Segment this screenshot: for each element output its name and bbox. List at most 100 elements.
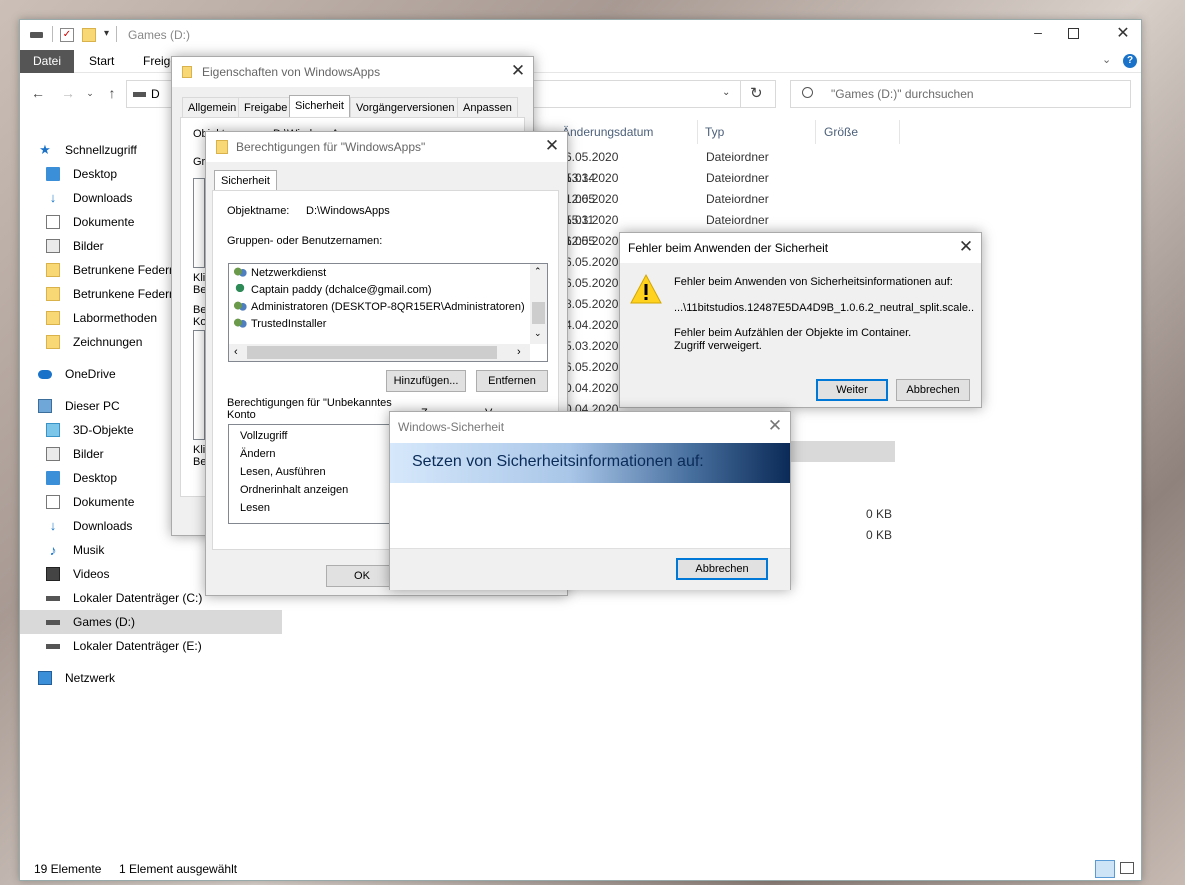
scroll-left-icon[interactable]: ‹ (234, 346, 238, 358)
windows-security-dialog: Windows-Sicherheit ✕ Setzen von Sicherhe… (389, 411, 791, 590)
minimize-button[interactable]: – (1023, 24, 1053, 44)
permission-item: Ordnerinhalt anzeigen (240, 484, 349, 496)
cancel-button[interactable]: Abbrechen (896, 379, 970, 401)
sidebar-item-games-d[interactable]: Games (D:) (20, 610, 282, 634)
cancel-button[interactable]: Abbrechen (676, 558, 768, 580)
file-date: 5.03.2020 (565, 339, 619, 353)
vertical-scrollbar[interactable]: ⌃ ⌄ (530, 264, 547, 344)
separator (116, 26, 117, 42)
file-date: 6.05.2020 (565, 276, 619, 290)
documents-icon (46, 215, 60, 229)
large-icons-view-icon[interactable] (1120, 862, 1134, 874)
tab-anpassen[interactable]: Anpassen (457, 97, 518, 117)
sidebar-item-label: 3D-Objekte (73, 423, 134, 437)
users-listbox[interactable]: Netzwerkdienst Captain paddy (dchalce@gma… (228, 263, 548, 362)
sidebar-item-label: Desktop (73, 471, 118, 485)
close-button[interactable]: ✕ (503, 57, 533, 87)
error-line-2: Fehler beim Aufzählen der Objekte im Con… (674, 327, 912, 352)
permissions-label-2: Konto (227, 409, 256, 421)
user-list-item[interactable]: Administratoren (DESKTOP-8QR15ER\Adminis… (229, 299, 529, 316)
file-date: 1.06.2020 15:11 (565, 192, 619, 227)
sidebar-item-label: Videos (73, 567, 110, 581)
objname-value: D:\WindowsApps (306, 205, 390, 217)
title-bar: ✓ ▾ Games (D:) – ✕ (20, 20, 1141, 50)
user-group-icon (233, 301, 247, 314)
objname-label: Objektname: (227, 205, 290, 217)
sidebar-item-label: Bilder (73, 239, 104, 253)
file-date: 6.05.2020 (565, 234, 619, 248)
error-line-1: Fehler beim Anwenden von Sicherheitsinfo… (674, 276, 953, 288)
close-button[interactable]: ✕ (951, 233, 981, 263)
back-arrow-icon[interactable]: ← (30, 85, 46, 101)
dialog-titlebar: Eigenschaften von WindowsApps ✕ (172, 57, 533, 87)
sidebar-item-label: Labormethoden (73, 311, 158, 325)
dialog-footer: Abbrechen (390, 548, 790, 590)
sidebar-item-label: Netzwerk (65, 671, 116, 685)
continue-button[interactable]: Weiter (816, 379, 888, 401)
sidebar-item-lokaler-datenträger-e[interactable]: Lokaler Datenträger (E:) (20, 634, 282, 658)
groups-label: Gruppen- oder Benutzernamen: (227, 235, 383, 247)
up-arrow-icon[interactable]: ↑ (104, 85, 120, 101)
scroll-down-icon[interactable]: ⌄ (534, 328, 542, 339)
tab-allgemein[interactable]: Allgemein (182, 97, 243, 117)
status-bar: 19 Elemente 1 Element ausgewählt (20, 858, 1141, 880)
drive-icon (46, 620, 60, 625)
column-header-size[interactable]: Größe (820, 120, 900, 144)
chevron-down-icon[interactable]: ⌄ (82, 85, 98, 101)
properties-icon[interactable]: ✓ (60, 28, 74, 42)
remove-button[interactable]: Entfernen (476, 370, 548, 392)
maximize-button[interactable] (1068, 28, 1079, 39)
tab-vorgaengerversionen[interactable]: Vorgängerversionen (350, 97, 461, 117)
sidebar-item-label: Lokaler Datenträger (E:) (73, 639, 202, 653)
sidebar-item-label: Games (D:) (73, 615, 136, 629)
dialog-title: Eigenschaften von WindowsApps (202, 65, 381, 79)
horizontal-scrollbar[interactable]: ‹ › (229, 344, 530, 361)
sidebar-item-label: Betrunkene Federn (73, 263, 176, 277)
sidebar-item-netzwerk[interactable]: Netzwerk (20, 666, 282, 690)
download-icon: ↓ (49, 190, 57, 205)
cloud-icon (38, 370, 52, 379)
chevron-down-icon[interactable]: ⌄ (1102, 53, 1111, 66)
help-icon[interactable]: ? (1123, 54, 1137, 68)
user-group-icon (233, 284, 247, 297)
file-date: 5.03.2020 12:05 (565, 213, 619, 248)
chevron-down-icon[interactable]: ⌄ (722, 87, 730, 98)
dialog-title: Fehler beim Anwenden der Sicherheit (628, 241, 829, 255)
tab-freigabe[interactable]: Freigabe (238, 97, 294, 117)
close-button[interactable]: ✕ (537, 132, 567, 162)
address-text: D (151, 87, 160, 101)
item-count: 19 Elemente (34, 862, 102, 876)
forward-arrow-icon[interactable]: → (60, 85, 76, 101)
user-name: Captain paddy (dchalce@gmail.com) (251, 284, 432, 296)
tab-start[interactable]: Start (76, 50, 127, 73)
customize-qat-icon[interactable]: ▾ (104, 28, 109, 39)
sidebar-item-label: Betrunkene Federn (73, 287, 176, 301)
column-header-date[interactable]: Änderungsdatum (558, 120, 698, 144)
scroll-thumb[interactable] (247, 346, 497, 359)
separator (52, 26, 53, 42)
user-list-item[interactable]: TrustedInstaller (229, 316, 529, 333)
close-button[interactable]: ✕ (1108, 23, 1138, 43)
tab-sicherheit[interactable]: Sicherheit (289, 95, 350, 117)
details-view-icon[interactable] (1095, 860, 1115, 878)
scroll-up-icon[interactable]: ⌃ (534, 266, 542, 277)
sidebar-item-label: Dokumente (73, 215, 135, 229)
users-listbox[interactable] (193, 178, 205, 268)
file-type: Dateiordner (706, 171, 769, 185)
close-button[interactable]: ✕ (760, 412, 790, 442)
sidebar-item-label: Dieser PC (65, 399, 120, 413)
file-date: 6.05.2020 (565, 255, 619, 269)
tab-datei[interactable]: Datei (20, 50, 75, 73)
refresh-icon[interactable]: ↻ (750, 84, 763, 102)
tab-sicherheit[interactable]: Sicherheit (214, 170, 277, 192)
user-list-item[interactable]: Netzwerkdienst (229, 265, 529, 282)
folder-icon (46, 287, 60, 301)
ok-button[interactable]: OK (326, 565, 398, 587)
column-header-type[interactable]: Typ (701, 120, 816, 144)
scroll-right-icon[interactable]: › (517, 346, 521, 358)
search-input[interactable]: "Games (D:)" durchsuchen (790, 80, 1131, 108)
new-folder-icon[interactable] (82, 28, 96, 42)
add-button[interactable]: Hinzufügen... (386, 370, 466, 392)
user-list-item[interactable]: Captain paddy (dchalce@gmail.com) (229, 282, 529, 299)
scroll-thumb[interactable] (532, 302, 545, 324)
